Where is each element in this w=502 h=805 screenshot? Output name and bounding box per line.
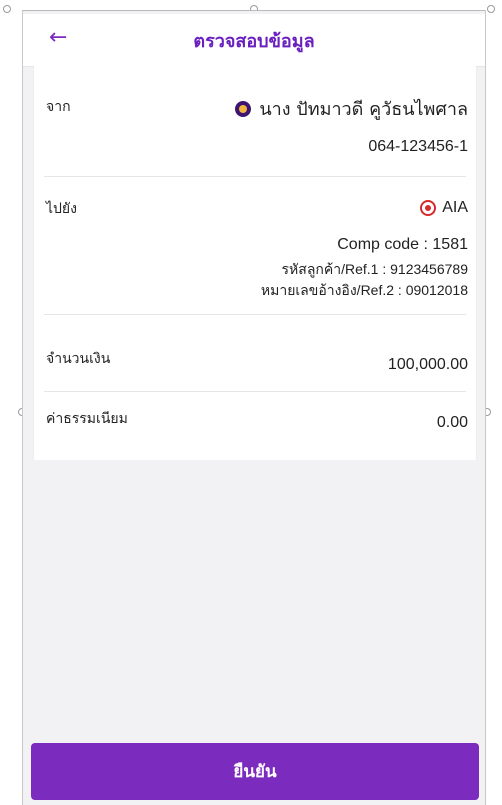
fee-label: ค่าธรรมเนียม xyxy=(46,411,128,427)
amount-value: 100,000.00 xyxy=(387,356,468,373)
to-name: AIA xyxy=(442,199,468,216)
from-name: นาง ปัทมาวดี คูวัธนไพศาล xyxy=(259,99,468,120)
divider xyxy=(44,391,466,392)
comp-code: Comp code : 1581 xyxy=(337,236,468,253)
frame-top-border xyxy=(23,10,485,11)
divider xyxy=(44,314,466,315)
from-label: จาก xyxy=(46,99,71,115)
to-label: ไปยัง xyxy=(46,201,77,217)
divider xyxy=(44,176,466,177)
ref2: หมายเลขอ้างอิง/Ref.2 : 09012018 xyxy=(260,282,468,298)
ref1: รหัสลูกค้า/Ref.1 : 9123456789 xyxy=(281,261,468,277)
selection-handle-top-left[interactable] xyxy=(3,5,11,13)
header-bar: ← ตรวจสอบข้อมูล xyxy=(23,14,485,67)
selection-handle-top-right[interactable] xyxy=(487,5,495,13)
from-account-number: 064-123456-1 xyxy=(368,138,468,155)
fee-value: 0.00 xyxy=(436,414,468,431)
page-title: ตรวจสอบข้อมูล xyxy=(193,31,315,52)
from-account-holder: นาง ปัทมาวดี คูวัธนไพศาล xyxy=(235,94,468,123)
aia-logo-icon xyxy=(420,200,437,216)
to-biller: AIA xyxy=(420,199,468,217)
review-card: จาก นาง ปัทมาวดี คูวัธนไพศาล 064-123456-… xyxy=(33,66,477,460)
amount-label: จำนวนเงิน xyxy=(46,351,111,367)
bank-logo-icon xyxy=(235,100,252,117)
confirm-button[interactable]: ยืนยัน xyxy=(31,743,479,800)
phone-screen: ← ตรวจสอบข้อมูล จาก นาง ปัทมาวดี คูวัธนไ… xyxy=(22,10,486,805)
